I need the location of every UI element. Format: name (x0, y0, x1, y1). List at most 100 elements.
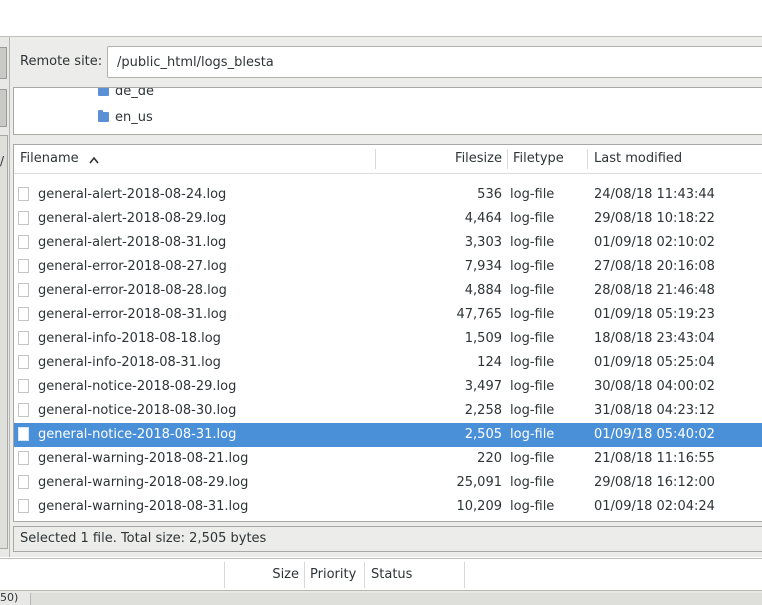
cell-filename: general-warning-2018-08-31.log (38, 499, 249, 514)
column-header-filename[interactable]: Filename (20, 145, 375, 173)
cell-filesize: 536 (477, 187, 502, 202)
column-header-last-modified[interactable]: Last modified (594, 145, 762, 173)
column-header-filetype[interactable]: Filetype (513, 145, 583, 173)
remote-site-bar: Remote site: /public_html/logs_blesta (10, 37, 762, 87)
cell-filetype: log-file (510, 475, 555, 490)
cell-filetype: log-file (510, 259, 555, 274)
local-file-list-edge[interactable] (0, 135, 8, 549)
transfer-queue-header: Size Priority Status (0, 558, 762, 591)
queue-header-status[interactable]: Status (371, 559, 461, 591)
cell-filetype: log-file (510, 283, 555, 298)
bottom-tab[interactable] (30, 593, 762, 605)
remote-pane: Remote site: /public_html/logs_blesta de… (10, 37, 762, 557)
file-icon (18, 187, 29, 201)
local-pane-edge: / (0, 37, 10, 557)
cell-filesize: 10,209 (456, 499, 503, 514)
bottom-tab-cut-label: 50) (0, 591, 19, 604)
cell-last-modified: 28/08/18 21:46:48 (594, 283, 715, 298)
table-row[interactable]: general-error-2018-08-28.log 4,884 log-fil… (14, 279, 762, 303)
column-separator[interactable] (587, 149, 588, 169)
cell-filename: general-notice-2018-08-31.log (38, 427, 237, 442)
cell-filetype: log-file (510, 403, 555, 418)
file-icon (18, 379, 29, 393)
queue-header-size[interactable]: Size (225, 559, 299, 591)
table-row[interactable]: general-alert-2018-08-31.log 3,303 log-fil… (14, 231, 762, 255)
cell-filename: general-alert-2018-08-24.log (38, 187, 227, 202)
cell-filesize: 3,497 (464, 379, 502, 394)
column-header-label: Filetype (513, 151, 564, 166)
cell-filetype: log-file (510, 451, 555, 466)
cell-last-modified: 01/09/18 05:19:23 (594, 307, 715, 322)
local-tree-edge[interactable] (0, 89, 7, 127)
cell-last-modified: 01/09/18 05:40:02 (594, 427, 715, 442)
table-row[interactable]: general-notice-2018-08-30.log 2,258 log-fi… (14, 399, 762, 423)
file-icon (18, 211, 29, 225)
cell-filetype: log-file (510, 331, 555, 346)
table-row[interactable]: general-error-2018-08-31.log 47,765 log-fi… (14, 303, 762, 327)
cell-last-modified: 31/08/18 04:23:12 (594, 403, 715, 418)
file-icon (18, 451, 29, 465)
file-icon (18, 331, 29, 345)
table-row[interactable]: general-error-2018-08-27.log 7,934 log-fil… (14, 255, 762, 279)
table-row[interactable]: general-info-2018-08-18.log 1,509 log-file… (14, 327, 762, 351)
tree-item-de-de[interactable]: de_de (98, 88, 154, 101)
tree-item-label: en_us (115, 109, 153, 125)
cell-filesize: 25,091 (456, 475, 503, 490)
cell-last-modified: 29/08/18 16:12:00 (594, 475, 715, 490)
cell-filesize: 124 (477, 355, 502, 370)
column-header-label: Last modified (594, 151, 683, 166)
cell-filename: general-info-2018-08-31.log (38, 355, 221, 370)
local-site-input-edge[interactable] (0, 47, 7, 79)
cell-filetype: log-file (510, 379, 555, 394)
remote-site-input[interactable]: /public_html/logs_blesta (107, 46, 762, 78)
cell-filesize: 4,464 (464, 211, 502, 226)
remote-directory-tree[interactable]: de_de en_us (13, 87, 762, 135)
table-row[interactable]: general-warning-2018-08-21.log 220 log-fil… (14, 447, 762, 471)
cell-last-modified: 01/09/18 02:10:02 (594, 235, 715, 250)
column-separator[interactable] (464, 562, 465, 588)
cell-last-modified: 01/09/18 02:04:24 (594, 499, 715, 514)
cell-filetype: log-file (510, 307, 555, 322)
column-separator[interactable] (304, 562, 305, 588)
tree-item-en-us[interactable]: en_us (98, 107, 153, 127)
cell-filesize: 2,258 (464, 403, 502, 418)
cell-filesize: 220 (477, 451, 502, 466)
file-icon (18, 307, 29, 321)
table-row[interactable]: general-notice-2018-08-29.log 3,497 log-fi… (14, 375, 762, 399)
bottom-tab-bar: 50) (0, 590, 762, 605)
table-row[interactable]: general-notice-2018-08-31.log 2,505 log-fi… (14, 423, 762, 447)
cell-last-modified: 29/08/18 10:18:22 (594, 211, 715, 226)
cell-filesize: 1,509 (464, 331, 502, 346)
local-header-cut-label: / (0, 154, 5, 168)
cell-last-modified: 01/09/18 05:25:04 (594, 355, 715, 370)
cell-filesize: 3,303 (464, 235, 502, 250)
column-separator[interactable] (364, 562, 365, 588)
sort-ascending-icon (89, 147, 99, 175)
file-icon (18, 427, 29, 441)
column-separator[interactable] (507, 149, 508, 169)
table-row[interactable]: general-warning-2018-08-31.log 10,209 log-… (14, 495, 762, 519)
queue-header-priority[interactable]: Priority (310, 559, 364, 591)
column-header-label: Filename (20, 151, 79, 166)
cell-filename: general-notice-2018-08-29.log (38, 379, 237, 394)
cell-filename: general-warning-2018-08-21.log (38, 451, 249, 466)
cell-filetype: log-file (510, 499, 555, 514)
column-header-filesize[interactable]: Filesize (376, 145, 502, 173)
cell-filename: general-notice-2018-08-30.log (38, 403, 237, 418)
cell-filename: general-info-2018-08-18.log (38, 331, 221, 346)
remote-site-label: Remote site: (20, 54, 103, 69)
remote-file-list[interactable]: Filename Filesize Filetype Last modified… (13, 144, 762, 522)
table-row[interactable]: general-info-2018-08-31.log 124 log-file 01… (14, 351, 762, 375)
file-icon (18, 403, 29, 417)
cell-filetype: log-file (510, 235, 555, 250)
file-icon (18, 499, 29, 513)
cell-filetype: log-file (510, 427, 555, 442)
cell-filename: general-alert-2018-08-31.log (38, 235, 227, 250)
cell-last-modified: 18/08/18 23:43:04 (594, 331, 715, 346)
folder-icon (98, 88, 109, 96)
cell-filesize: 47,765 (456, 307, 503, 322)
table-row[interactable]: general-alert-2018-08-29.log 4,464 log-fil… (14, 207, 762, 231)
cell-last-modified: 27/08/18 20:16:08 (594, 259, 715, 274)
table-row[interactable]: general-warning-2018-08-29.log 25,091 log-… (14, 471, 762, 495)
table-row[interactable]: general-alert-2018-08-24.log 536 log-file 2… (14, 183, 762, 207)
